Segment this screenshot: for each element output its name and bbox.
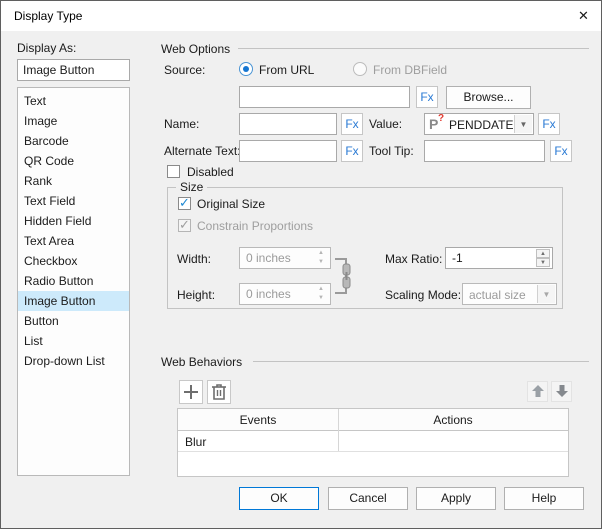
name-fx-button[interactable]: Fx xyxy=(341,113,363,135)
title-bar xyxy=(1,1,601,31)
alternate-text-fx-button[interactable]: Fx xyxy=(341,140,363,162)
source-label: Source: xyxy=(164,63,205,77)
url-fx-button[interactable]: Fx xyxy=(416,86,438,108)
arrow-down-icon xyxy=(554,383,570,399)
table-row-blur[interactable]: Blur xyxy=(178,431,568,452)
web-options-section-label: Web Options xyxy=(161,42,230,56)
web-behaviors-section-label: Web Behaviors xyxy=(161,355,242,369)
value-dropdown[interactable]: P? PENDDATE ▼ xyxy=(424,113,534,135)
max-ratio-value: -1 xyxy=(452,251,463,265)
trash-icon xyxy=(208,381,230,403)
list-item-rank[interactable]: Rank xyxy=(18,171,129,191)
from-dbfield-label: From DBField xyxy=(373,63,447,77)
event-cell[interactable]: Blur xyxy=(185,432,206,452)
browse-button[interactable]: Browse... xyxy=(446,86,531,109)
scaling-mode-dropdown: actual size ▼ xyxy=(462,283,557,305)
scaling-mode-value: actual size xyxy=(469,288,526,302)
from-url-label: From URL xyxy=(259,63,314,77)
spinner-arrows-icon: ▲▼ xyxy=(314,285,328,303)
list-item-text-area[interactable]: Text Area xyxy=(18,231,129,251)
original-size-checkbox[interactable]: ✓ xyxy=(178,197,191,210)
chevron-down-icon: ▼ xyxy=(537,285,555,303)
list-item-drop-down-list[interactable]: Drop-down List xyxy=(18,351,129,371)
max-ratio-label: Max Ratio: xyxy=(385,252,442,266)
list-item-text-field[interactable]: Text Field xyxy=(18,191,129,211)
original-size-label: Original Size xyxy=(197,197,265,211)
tool-tip-fx-button[interactable]: Fx xyxy=(550,140,572,162)
events-column-header[interactable]: Events xyxy=(178,409,338,431)
display-as-field[interactable]: Image Button xyxy=(17,59,130,81)
arrow-up-icon xyxy=(530,383,546,399)
alternate-text-label: Alternate Text: xyxy=(164,144,241,158)
display-as-label: Display As: xyxy=(17,41,76,55)
alternate-text-input[interactable] xyxy=(239,140,337,162)
list-item-barcode[interactable]: Barcode xyxy=(18,131,129,151)
display-as-listbox[interactable]: Text Image Barcode QR Code Rank Text Fie… xyxy=(17,87,130,476)
list-item-button[interactable]: Button xyxy=(18,311,129,331)
help-button[interactable]: Help xyxy=(504,487,584,510)
close-icon[interactable]: ✕ xyxy=(566,1,601,31)
display-type-dialog: Display Type ✕ Display As: Image Button … xyxy=(0,0,602,529)
web-options-rule xyxy=(238,48,589,49)
list-item-radio-button[interactable]: Radio Button xyxy=(18,271,129,291)
list-item-image-button-selected[interactable]: Image Button xyxy=(18,291,129,311)
value-label: Value: xyxy=(369,117,402,131)
height-spinner: 0 inches ▲▼ xyxy=(239,283,331,305)
actions-column-header[interactable]: Actions xyxy=(338,409,568,431)
height-value: 0 inches xyxy=(246,287,291,301)
web-behaviors-rule xyxy=(253,361,589,362)
check-icon: ✓ xyxy=(179,217,190,233)
web-behaviors-table[interactable]: Events Actions Blur xyxy=(177,408,569,477)
delete-behavior-button[interactable] xyxy=(207,380,231,404)
chain-link-icon xyxy=(340,263,353,290)
add-behavior-button[interactable] xyxy=(179,380,203,404)
table-header-row: Events Actions xyxy=(178,409,568,431)
disabled-checkbox[interactable] xyxy=(167,165,180,178)
chevron-down-icon[interactable]: ▼ xyxy=(514,115,532,133)
width-value: 0 inches xyxy=(246,251,291,265)
tool-tip-input[interactable] xyxy=(424,140,545,162)
from-url-radio[interactable] xyxy=(239,62,253,76)
max-ratio-spinner[interactable]: -1 ▲▼ xyxy=(445,247,553,269)
height-label: Height: xyxy=(177,288,215,302)
move-down-button xyxy=(551,381,572,402)
list-item-image[interactable]: Image xyxy=(18,111,129,131)
name-input[interactable] xyxy=(239,113,337,135)
list-item-hidden-field[interactable]: Hidden Field xyxy=(18,211,129,231)
check-icon: ✓ xyxy=(179,195,190,211)
list-item-text[interactable]: Text xyxy=(18,91,129,111)
list-item-checkbox[interactable]: Checkbox xyxy=(18,251,129,271)
tool-tip-label: Tool Tip: xyxy=(369,144,414,158)
list-item-list[interactable]: List xyxy=(18,331,129,351)
spinner-arrows-icon: ▲▼ xyxy=(314,249,328,267)
value-fx-button[interactable]: Fx xyxy=(538,113,560,135)
constrain-proportions-checkbox: ✓ xyxy=(178,219,191,232)
width-label: Width: xyxy=(177,252,211,266)
scaling-mode-label: Scaling Mode: xyxy=(385,288,461,302)
size-section-label: Size xyxy=(176,180,207,194)
apply-button[interactable]: Apply xyxy=(416,487,496,510)
plus-icon xyxy=(180,381,202,403)
parameter-icon: P? xyxy=(429,116,445,132)
ok-button[interactable]: OK xyxy=(239,487,319,510)
disabled-label: Disabled xyxy=(187,165,234,179)
dialog-title: Display Type xyxy=(14,9,82,23)
radio-dot xyxy=(243,66,249,72)
url-input[interactable] xyxy=(239,86,410,108)
constrain-proportions-label: Constrain Proportions xyxy=(197,219,313,233)
list-item-qr-code[interactable]: QR Code xyxy=(18,151,129,171)
from-dbfield-radio xyxy=(353,62,367,76)
name-label: Name: xyxy=(164,117,199,131)
value-selected: PENDDATE xyxy=(449,118,513,132)
spinner-arrows-icon[interactable]: ▲▼ xyxy=(536,249,550,267)
cancel-button[interactable]: Cancel xyxy=(328,487,408,510)
width-spinner: 0 inches ▲▼ xyxy=(239,247,331,269)
move-up-button xyxy=(527,381,548,402)
